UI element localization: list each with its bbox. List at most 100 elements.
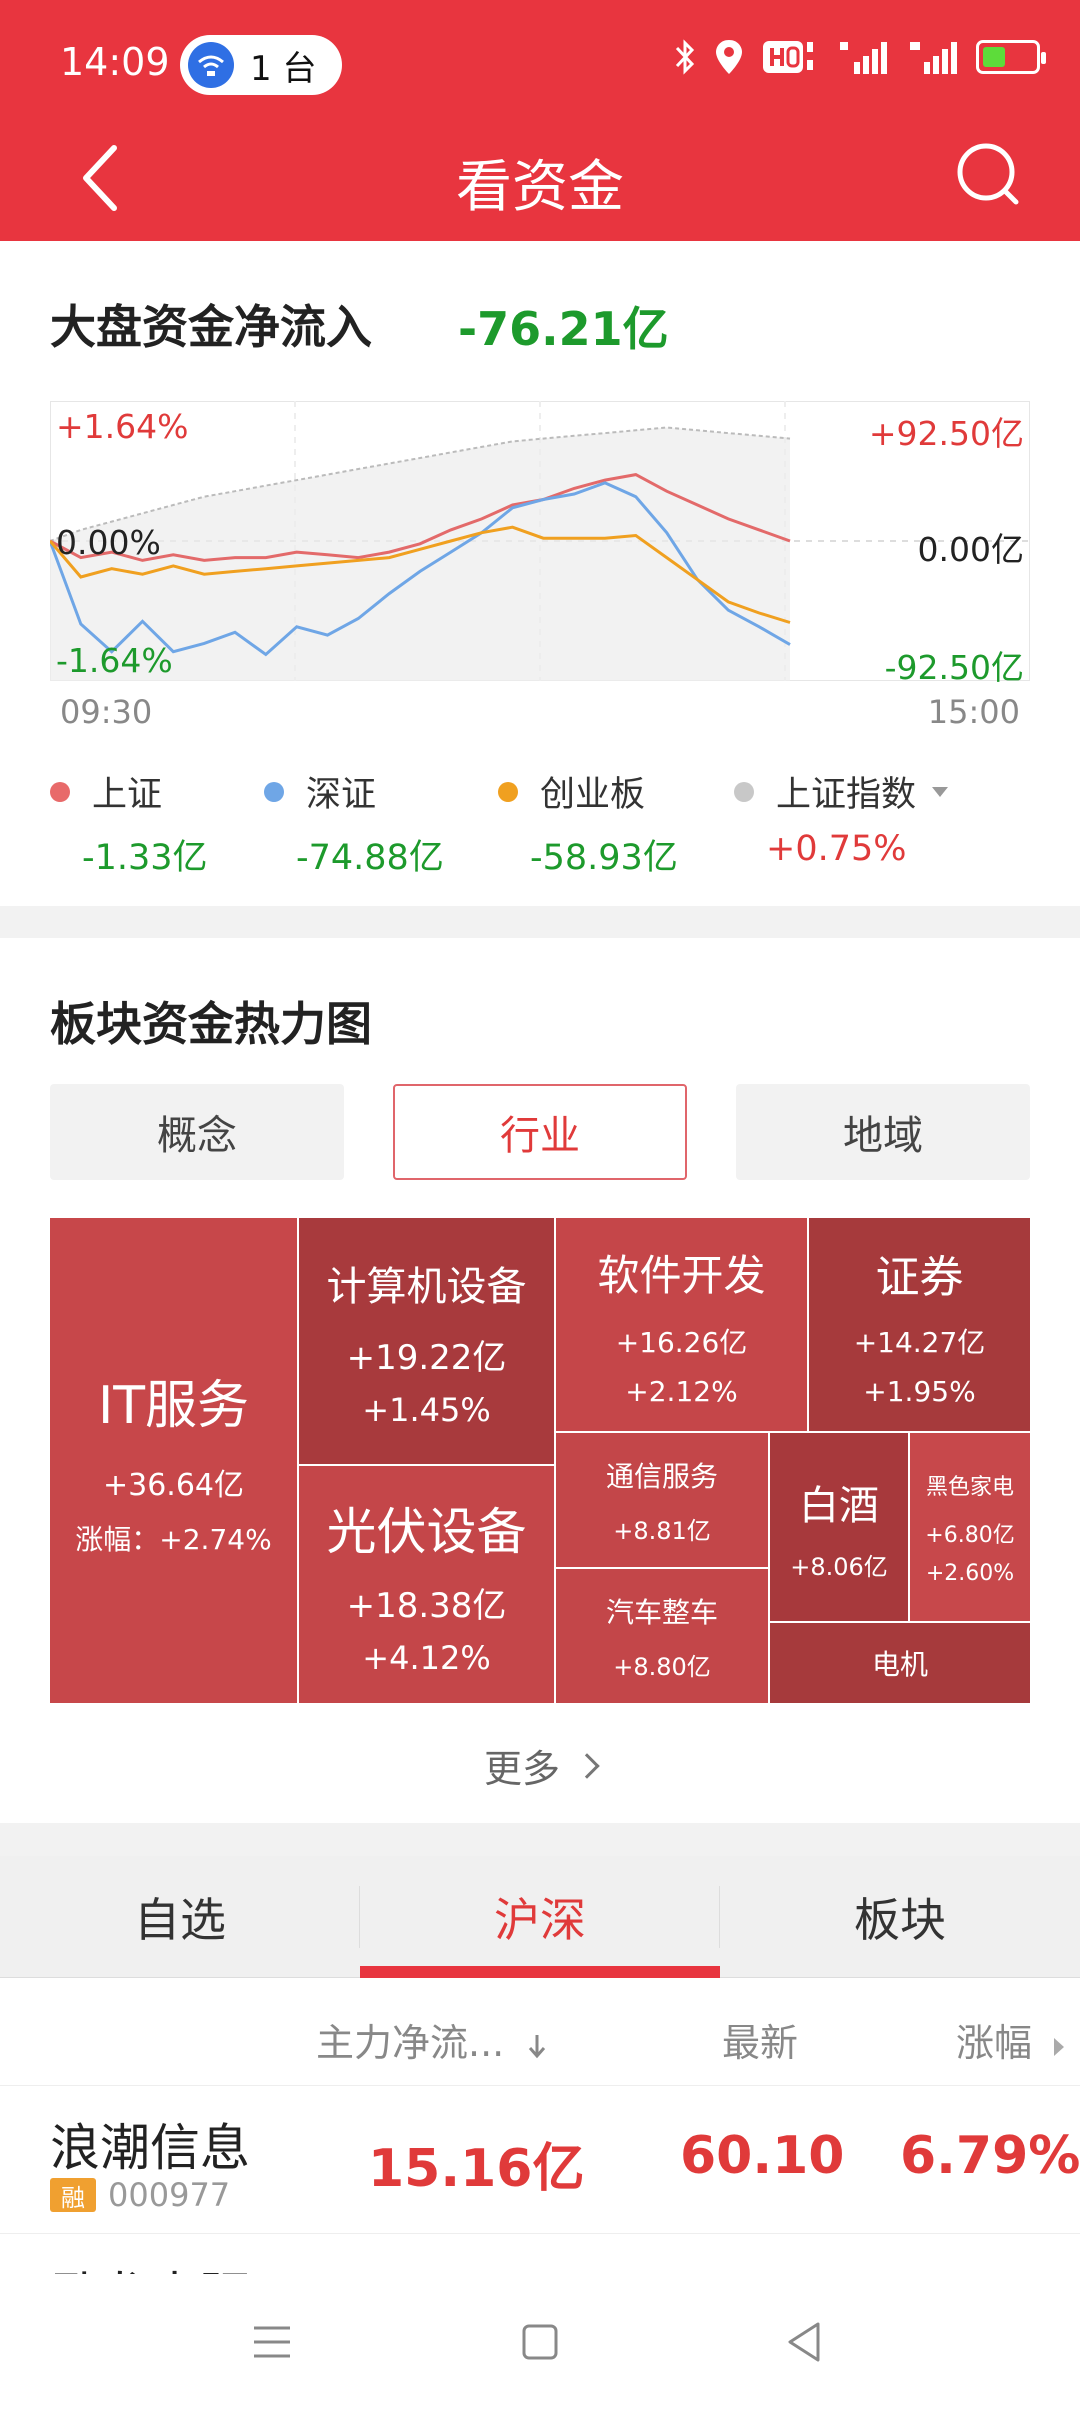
more-label: 更多 <box>483 1747 560 1791</box>
status-time: 14:09 <box>60 40 170 84</box>
legend-item-sh-index[interactable]: 上证指数 +0.75% <box>734 766 949 869</box>
tab-region[interactable]: 地域 <box>736 1084 1030 1180</box>
left-axis-bottom-label: -1.64% <box>56 641 173 680</box>
stock-net-flow: 15.16亿 <box>368 2139 585 2199</box>
sort-down-icon <box>529 2034 546 2058</box>
legend-value: -1.33亿 <box>82 838 208 878</box>
location-icon <box>716 40 742 74</box>
heatmap-tile-software-dev[interactable]: 软件开发 +16.26亿 +2.12% <box>556 1218 807 1431</box>
heatmap-tile-liquor[interactable]: 白酒 +8.06亿 <box>770 1433 908 1621</box>
dropdown-caret-icon <box>932 786 949 797</box>
menu-icon[interactable] <box>250 2322 294 2362</box>
tile-amount: +8.06亿 <box>790 1552 888 1581</box>
app-header: 14:09 1 台 看资金 <box>0 0 1080 241</box>
heatmap-tile-telecom-services[interactable]: 通信服务 +8.81亿 <box>556 1433 768 1567</box>
chevron-right-icon <box>1054 2038 1065 2056</box>
legend-value: -74.88亿 <box>296 838 444 878</box>
tile-pct: +2.12% <box>625 1374 738 1408</box>
chart-end-time: 15:00 <box>927 693 1020 731</box>
stock-name: 浪潮信息 <box>50 2119 250 2177</box>
heatmap-tile-securities[interactable]: 证券 +14.27亿 +1.95% <box>809 1218 1030 1431</box>
market-flow-card: 大盘资金净流入 -76.21亿 +1.64% 0.00% -1.64% +92.… <box>0 241 1080 906</box>
nav-bar: 看资金 <box>0 120 1080 241</box>
heatmap-tile-computer-equipment[interactable]: 计算机设备 +19.22亿 +1.45% <box>299 1218 554 1464</box>
heatmap-grid: IT服务 +36.64亿 涨幅：+2.74% 计算机设备 +19.22亿 +1.… <box>50 1218 1030 1703</box>
legend-item-shanghai: 上证 -1.33亿 <box>50 766 208 880</box>
market-net-flow-value: -76.21亿 <box>458 302 669 356</box>
left-axis-top-label: +1.64% <box>56 407 189 446</box>
header-net-flow[interactable]: 主力净流... <box>316 2012 548 2067</box>
table-row-partial[interactable]: 卧龙电驱 <box>0 2234 1080 2274</box>
legend-label: 深证 <box>306 775 377 815</box>
right-axis-top-label: +92.50亿 <box>868 414 1024 453</box>
legend-value: -58.93亿 <box>530 838 678 878</box>
hotspot-icon <box>188 42 234 88</box>
system-nav-bar <box>0 2274 1080 2414</box>
header-net-flow-label: 主力净流... <box>316 2021 505 2065</box>
home-icon[interactable] <box>520 2322 560 2362</box>
tile-amount: +18.38亿 <box>346 1586 507 1626</box>
legend-dot <box>264 781 284 802</box>
stock-name: 卧龙电驱 <box>50 2256 250 2274</box>
right-axis-bottom-label: -92.50亿 <box>884 648 1024 687</box>
legend-dot <box>50 781 70 802</box>
heatmap-tile-black-appliances[interactable]: 黑色家电 +6.80亿 +2.60% <box>910 1433 1030 1621</box>
tile-name: 汽车整车 <box>605 1595 718 1629</box>
tile-name: 白酒 <box>799 1482 879 1529</box>
heatmap-tile-pv-equipment[interactable]: 光伏设备 +18.38亿 +4.12% <box>299 1466 554 1703</box>
tile-pct: +1.95% <box>863 1375 976 1408</box>
battery-icon <box>976 40 1046 74</box>
header-latest[interactable]: 最新 <box>722 2012 798 2067</box>
heatmap-tile-motors[interactable]: 电机 <box>770 1623 1030 1703</box>
sector-heatmap-card: 板块资金热力图 概念 行业 地域 IT服务 +36.64亿 涨幅：+2.74% … <box>0 938 1080 1823</box>
tile-amount: +6.80亿 <box>925 1522 1015 1548</box>
tile-amount: +19.22亿 <box>346 1337 507 1378</box>
system-icons <box>674 38 1046 76</box>
tab-shanghai-shenzhen[interactable]: 沪深 <box>360 1856 720 1978</box>
left-axis-mid-label: 0.00% <box>56 523 161 562</box>
tile-amount: +8.80亿 <box>613 1652 711 1681</box>
legend-item-shenzhen: 深证 -74.88亿 <box>264 766 444 880</box>
fund-flow-chart[interactable]: +1.64% 0.00% -1.64% +92.50亿 0.00亿 -92.50… <box>48 400 1031 687</box>
hotspot-pill[interactable]: 1 台 <box>180 35 342 95</box>
tile-amount: +14.27亿 <box>853 1326 986 1359</box>
tile-amount: +16.26亿 <box>615 1325 748 1359</box>
legend-label: 上证指数 <box>776 775 917 815</box>
tile-name: 计算机设备 <box>326 1263 527 1310</box>
legend-label: 创业板 <box>540 775 646 815</box>
table-header: 主力净流... 最新 涨幅 <box>0 1978 1080 2086</box>
tile-pct: +1.45% <box>362 1390 491 1429</box>
signal-5g-icon-2 <box>910 42 957 74</box>
legend-value: +0.75% <box>766 829 907 869</box>
tile-pct: 涨幅：+2.74% <box>75 1523 272 1556</box>
table-row[interactable]: 浪潮信息 融 000977 15.16亿 60.10 6.79% <box>0 2086 1080 2234</box>
back-triangle-icon[interactable] <box>782 2320 826 2364</box>
tile-name: 光伏设备 <box>326 1503 527 1561</box>
status-bar: 14:09 1 台 <box>0 0 1080 130</box>
heatmap-tabs: 概念 行业 地域 <box>50 1084 1030 1180</box>
header-change[interactable]: 涨幅 <box>956 2012 1065 2067</box>
bluetooth-icon <box>675 39 695 75</box>
tile-pct: +2.60% <box>925 1560 1015 1586</box>
tab-industry[interactable]: 行业 <box>393 1084 687 1180</box>
tab-sector[interactable]: 板块 <box>720 1856 1080 1978</box>
tab-concept[interactable]: 概念 <box>50 1084 344 1180</box>
header-change-label: 涨幅 <box>956 2021 1033 2065</box>
tile-name: 软件开发 <box>597 1250 766 1300</box>
legend-dot <box>734 781 754 802</box>
chevron-right-icon <box>574 1752 600 1779</box>
stock-change: 6.79% <box>900 2126 1080 2186</box>
tile-name: 证券 <box>875 1252 964 1303</box>
stock-code: 000977 <box>108 2176 231 2214</box>
active-tab-indicator <box>360 1966 720 1978</box>
tile-name: IT服务 <box>97 1376 250 1436</box>
heatmap-tile-it-services[interactable]: IT服务 +36.64亿 涨幅：+2.74% <box>50 1218 297 1703</box>
heatmap-title: 板块资金热力图 <box>50 997 372 1051</box>
heatmap-tile-automobiles[interactable]: 汽车整车 +8.80亿 <box>556 1569 768 1703</box>
hd-icon <box>763 41 813 73</box>
stock-latest-price: 60.10 <box>680 2126 845 2186</box>
search-icon[interactable] <box>950 134 1030 214</box>
signal-5g-icon <box>840 42 887 74</box>
more-link[interactable]: 更多 <box>0 1738 1080 1793</box>
tab-watchlist[interactable]: 自选 <box>0 1856 360 1978</box>
